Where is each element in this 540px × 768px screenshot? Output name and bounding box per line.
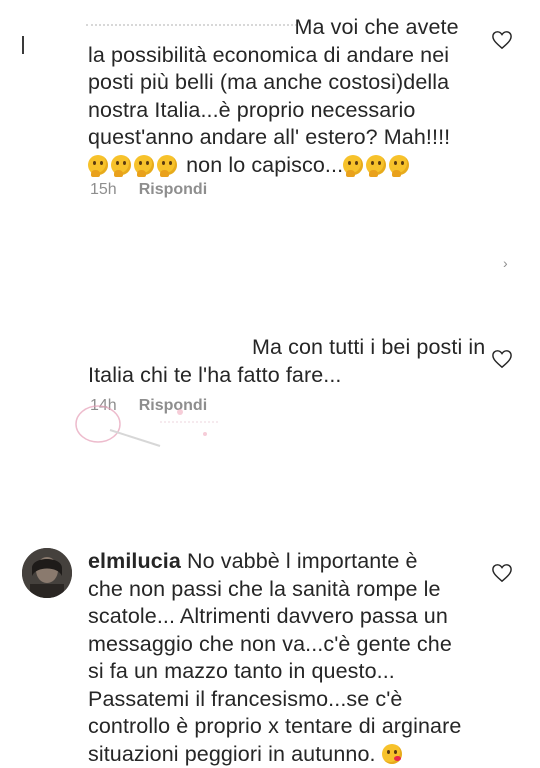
comment-text: Ma voi che avete la possibilità economic… [88, 14, 478, 179]
comment-line: Italia chi te l'ha fatto fare... [88, 362, 478, 390]
thinking-face-emoji [157, 155, 177, 175]
thinking-face-emoji [389, 155, 409, 175]
comment-line: scatole... Altrimenti davvero passa un [88, 603, 478, 631]
comment-line: nostra Italia...è proprio necessario [88, 97, 478, 125]
avatar[interactable] [22, 548, 72, 598]
username[interactable]: elmilucia [88, 549, 181, 573]
avatar-image [22, 548, 72, 598]
thinking-face-emoji [134, 155, 154, 175]
comment-text: elmilucia No vabbè l importante è che no… [88, 548, 478, 768]
avatar-edge [22, 36, 24, 54]
comment-line-emoji: non lo capisco... [88, 152, 478, 180]
comment-line: controllo è proprio x tentare di arginar… [88, 713, 478, 741]
face-blowing-kiss-emoji [382, 744, 402, 764]
chevron-right-icon[interactable]: › [503, 255, 508, 271]
thinking-face-emoji [366, 155, 386, 175]
comment-line: si fa un mazzo tanto in questo... [88, 658, 478, 686]
heart-outline-icon[interactable] [491, 349, 513, 369]
thinking-face-emoji [88, 155, 108, 175]
comment-line: quest'anno andare all' estero? Mah!!!! [88, 124, 478, 152]
comment-line: che non passi che la sanità rompe le [88, 576, 478, 604]
comment-line-emoji: situazioni peggiori in autunno. [88, 741, 478, 768]
comment-line: Ma voi che avete [88, 14, 478, 42]
comment-line: la possibilità economica di andare nei [88, 42, 478, 70]
comment-line: posti più belli (ma anche costosi)della [88, 69, 478, 97]
comment-line: messaggio che non va...c'è gente che [88, 631, 478, 659]
heart-outline-icon[interactable] [491, 30, 513, 50]
heart-outline-icon[interactable] [491, 563, 513, 583]
comment-line: elmilucia No vabbè l importante è [88, 548, 478, 576]
comment-time: 15h [90, 181, 117, 198]
thinking-face-emoji [111, 155, 131, 175]
comment-line: Passatemi il francesismo...se c'è [88, 686, 478, 714]
watermark-logo [70, 400, 230, 450]
comment-meta: 15h Rispondi [90, 181, 207, 199]
comment-text: Ma con tutti i bei posti in Italia chi t… [88, 334, 478, 389]
reply-button[interactable]: Rispondi [139, 181, 207, 198]
thinking-face-emoji [343, 155, 363, 175]
comment-line: Ma con tutti i bei posti in [88, 334, 478, 362]
